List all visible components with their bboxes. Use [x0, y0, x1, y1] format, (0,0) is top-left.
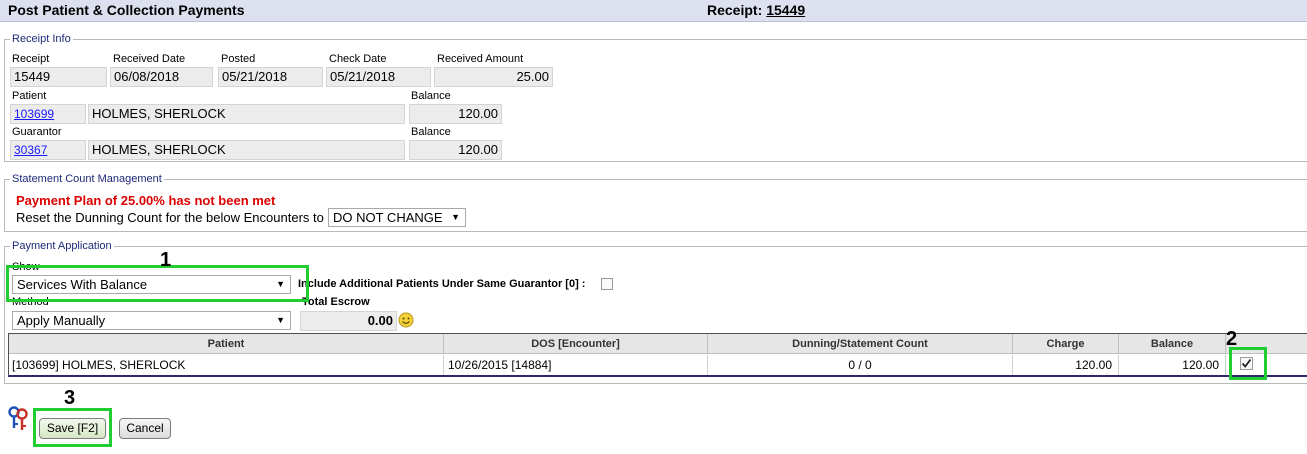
posted-label: Posted — [221, 53, 256, 65]
receipt-label: Receipt — [12, 53, 50, 65]
table-cell-charge: 120.00 — [1013, 355, 1119, 375]
patient-id-link[interactable]: 103699 — [14, 107, 54, 121]
receipt-header-number: 15449 — [766, 2, 806, 18]
check-date-field: 05/21/2018 — [326, 67, 431, 87]
received-amount-field: 25.00 — [434, 67, 553, 87]
received-date-field: 06/08/2018 — [110, 67, 213, 87]
column-header: Patient — [9, 334, 444, 354]
callout-number-1: 1 — [160, 249, 172, 271]
chevron-down-icon: ▼ — [451, 212, 460, 222]
check-date-label: Check Date — [329, 53, 387, 65]
table-cell-patient: [103699] HOLMES, SHERLOCK — [9, 355, 444, 375]
highlight-box-2 — [1229, 347, 1267, 380]
table-cell-dos: 10/26/2015 [14884] — [444, 355, 708, 375]
highlight-box-1 — [6, 265, 309, 302]
callout-number-2: 2 — [1226, 328, 1238, 350]
reset-dunning-value: DO NOT CHANGE — [333, 210, 443, 225]
encounters-table: Patient DOS [Encounter] Dunning/Statemen… — [8, 333, 1307, 377]
received-amount-label: Received Amount — [437, 53, 524, 65]
guarantor-balance-label: Balance — [411, 126, 451, 138]
receipt-header: Receipt: 15449 — [707, 2, 805, 18]
patient-label: Patient — [12, 90, 47, 102]
guarantor-id-field: 30367 — [10, 140, 86, 160]
patient-balance-label: Balance — [411, 90, 451, 102]
guarantor-label: Guarantor — [12, 126, 62, 138]
payment-application-legend: Payment Application — [10, 240, 114, 252]
statement-legend: Statement Count Management — [10, 173, 164, 185]
column-header: Dunning/Statement Count — [708, 334, 1013, 354]
patient-id-field: 103699 — [10, 104, 86, 124]
receipt-field: 15449 — [10, 67, 107, 87]
reset-dunning-label: Reset the Dunning Count for the below En… — [16, 210, 324, 225]
reset-dunning-select[interactable]: DO NOT CHANGE ▼ — [328, 208, 466, 227]
payment-plan-warning: Payment Plan of 25.00% has not been met — [16, 193, 276, 208]
total-escrow-field: 0.00 — [300, 311, 397, 331]
page-title: Post Patient & Collection Payments — [8, 2, 245, 18]
table-cell-count: 0 / 0 — [708, 355, 1013, 375]
method-select[interactable]: Apply Manually ▼ — [12, 311, 291, 330]
callout-number-3: 3 — [64, 387, 76, 409]
total-escrow-label: Total Escrow — [302, 296, 370, 308]
keys-icon[interactable] — [8, 406, 30, 432]
guarantor-name-field: HOLMES, SHERLOCK — [88, 140, 405, 160]
received-date-label: Received Date — [113, 53, 186, 65]
column-header: Balance — [1119, 334, 1226, 354]
chevron-down-icon: ▼ — [276, 315, 285, 325]
include-patients-label: Include Additional Patients Under Same G… — [298, 278, 586, 290]
column-header: Charge — [1013, 334, 1119, 354]
smiley-icon[interactable] — [398, 312, 414, 328]
receipt-header-label: Receipt: — [707, 2, 763, 18]
guarantor-id-link[interactable]: 30367 — [14, 143, 47, 157]
table-cell-balance: 120.00 — [1119, 355, 1226, 375]
cancel-button[interactable]: Cancel — [119, 418, 171, 439]
patient-name-field: HOLMES, SHERLOCK — [88, 104, 405, 124]
save-button[interactable]: Save [F2] — [39, 418, 106, 439]
guarantor-balance-field: 120.00 — [409, 140, 502, 160]
method-value: Apply Manually — [17, 313, 106, 328]
patient-balance-field: 120.00 — [409, 104, 502, 124]
receipt-info-legend: Receipt Info — [10, 33, 73, 45]
column-header: DOS [Encounter] — [444, 334, 708, 354]
posted-field: 05/21/2018 — [218, 67, 323, 87]
include-patients-checkbox[interactable] — [601, 278, 613, 290]
